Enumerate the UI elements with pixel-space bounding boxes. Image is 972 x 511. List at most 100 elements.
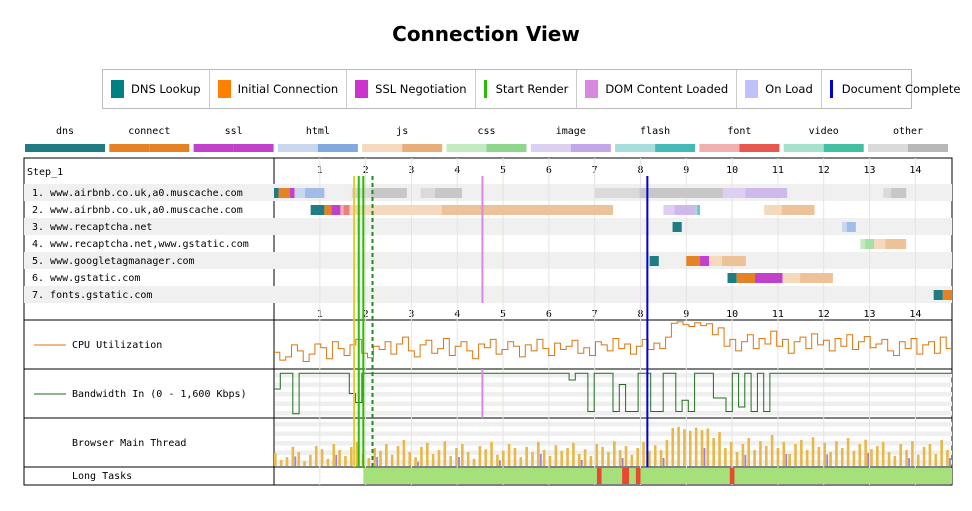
main-thread-activity <box>835 441 838 466</box>
main-thread-layout <box>826 454 829 466</box>
main-thread-activity <box>455 448 458 466</box>
main-thread-layout <box>458 457 460 466</box>
type-legend-label: image <box>556 126 586 137</box>
main-thread-activity <box>876 446 879 466</box>
main-thread-activity <box>601 446 604 466</box>
type-legend-swatch-dark <box>65 144 105 152</box>
connection-chart: dns connect ssl html js css image flash font vide… <box>23 126 953 486</box>
main-thread-activity <box>776 448 780 466</box>
main-thread-activity <box>613 441 616 466</box>
request-bar-ssl <box>331 205 341 215</box>
main-thread-activity <box>864 439 867 466</box>
main-thread-activity <box>712 438 715 466</box>
long-tasks-label: Long Tasks <box>72 471 132 482</box>
type-legend-label: font <box>727 126 751 137</box>
request-bar-download <box>639 188 723 198</box>
main-thread-activity <box>443 441 447 466</box>
main-thread-activity <box>297 452 301 466</box>
type-legend-label: js <box>396 126 408 137</box>
main-thread-activity <box>794 444 797 466</box>
main-thread-activity <box>449 456 452 466</box>
cpu-label: CPU Utilization <box>72 340 162 351</box>
main-thread-activity <box>648 450 651 466</box>
type-legend-swatch-dark <box>823 144 864 152</box>
long-task-block <box>729 468 735 484</box>
main-thread-activity <box>817 446 821 466</box>
main-thread-activity <box>940 440 943 466</box>
main-thread-activity <box>823 442 827 466</box>
row-label: 5. www.googletagmanager.com <box>32 256 195 267</box>
main-thread-activity <box>349 446 353 466</box>
main-thread-activity <box>846 438 850 466</box>
main-thread-activity <box>805 450 809 466</box>
main-thread-activity <box>741 444 745 466</box>
main-thread-activity <box>367 458 371 466</box>
request-bar-download <box>674 205 696 215</box>
cpu-line <box>274 321 952 362</box>
main-thread-activity <box>671 428 675 466</box>
main-thread-activity <box>840 448 844 466</box>
main-thread-activity <box>420 446 423 466</box>
main-thread-activity <box>770 434 774 466</box>
row-label: 7. fonts.gstatic.com <box>32 290 152 301</box>
main-thread-layout <box>499 460 501 466</box>
request-bar-download <box>745 188 788 198</box>
main-thread-activity <box>542 450 546 466</box>
request-bar-connect <box>278 188 291 198</box>
request-bar-download <box>697 205 701 215</box>
type-legend-swatch-dark <box>149 144 190 152</box>
type-legend-swatch-dark <box>655 144 696 152</box>
main-thread-activity <box>916 454 920 466</box>
main-thread-activity <box>706 428 710 466</box>
request-bar-download <box>343 205 350 215</box>
main-thread-activity <box>566 448 569 466</box>
main-thread-activity <box>519 457 523 466</box>
main-thread-activity <box>414 457 417 466</box>
main-thread-activity <box>718 432 721 466</box>
main-thread-activity <box>431 454 435 466</box>
row-label: 2. www.airbnb.co.uk,a0.muscache.com <box>32 205 243 216</box>
main-thread-activity <box>595 444 599 466</box>
main-thread-activity <box>764 446 768 466</box>
main-thread-activity <box>373 448 376 466</box>
main-thread-activity <box>729 442 733 466</box>
type-legend-swatch-dark <box>486 144 527 152</box>
request-bar-download <box>885 239 907 249</box>
request-bar-download <box>891 188 907 198</box>
request-bar-ssl <box>755 273 783 283</box>
type-legend-label: video <box>809 126 839 137</box>
main-thread-layout <box>744 455 747 466</box>
main-thread-activity <box>466 452 470 466</box>
request-bar-download <box>865 239 875 249</box>
main-thread-activity <box>554 445 558 466</box>
main-thread-activity <box>484 449 488 466</box>
main-thread-activity <box>636 448 640 466</box>
main-thread-activity <box>385 444 388 466</box>
long-task-block <box>596 468 602 484</box>
type-legend-swatch-light <box>193 144 234 152</box>
type-legend-swatch-dark <box>317 144 358 152</box>
long-task-block <box>622 468 630 484</box>
long-tasks-free <box>363 468 953 484</box>
main-thread-activity <box>905 450 908 466</box>
main-thread-activity <box>858 444 862 466</box>
main-thread-activity <box>893 456 897 466</box>
main-thread-activity <box>589 456 593 466</box>
main-thread-activity <box>811 437 815 466</box>
bandwidth-label: Bandwidth In (0 - 1,600 Kbps) <box>72 389 247 400</box>
type-legend-label: connect <box>128 126 170 137</box>
request-bar-download <box>441 205 613 215</box>
main-thread-layout <box>376 457 379 466</box>
main-thread-activity <box>525 446 528 466</box>
type-legend-swatch-dark <box>233 144 274 152</box>
main-thread-activity <box>402 440 406 466</box>
request-bar-download <box>371 188 407 198</box>
main-thread-activity <box>624 446 628 466</box>
main-thread-layout <box>417 461 419 466</box>
main-thread-layout <box>294 456 297 466</box>
request-bar-download <box>305 188 325 198</box>
main-thread-activity <box>653 445 657 466</box>
graph-stripe <box>275 422 952 427</box>
main-thread-activity <box>513 448 517 466</box>
main-thread-activity <box>577 454 581 466</box>
